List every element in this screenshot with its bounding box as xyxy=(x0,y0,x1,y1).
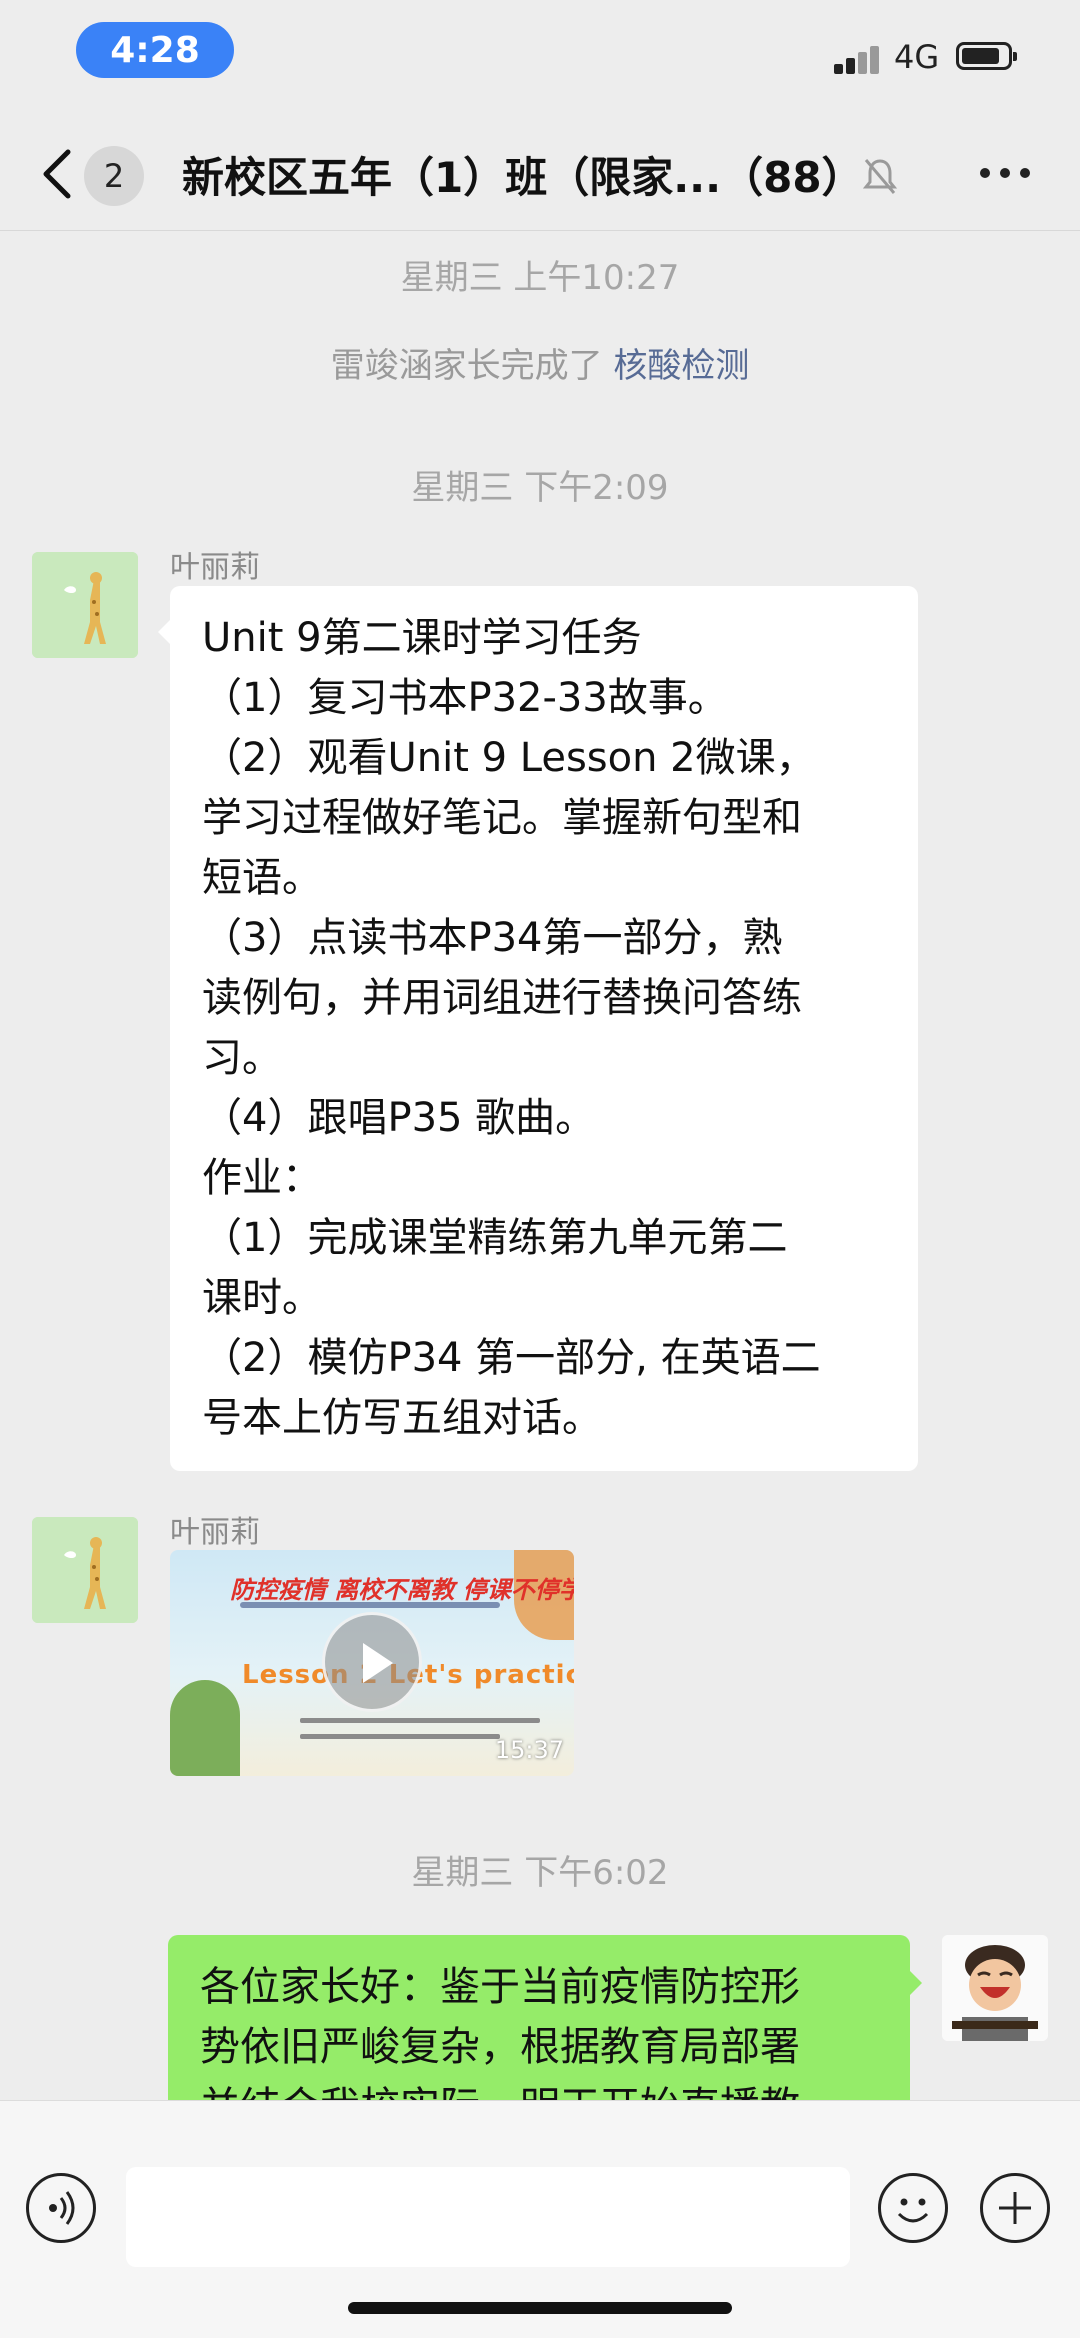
battery-icon xyxy=(956,42,1017,70)
video-duration: 15:37 xyxy=(494,1736,564,1764)
message-line: 势依旧严峻复杂，根据教育局部署 xyxy=(200,2024,800,2070)
emoji-icon[interactable] xyxy=(878,2173,948,2243)
self-avatar[interactable] xyxy=(942,1935,1048,2041)
timestamp: 星期三 下午2:09 xyxy=(411,468,669,508)
home-indicator xyxy=(348,2302,732,2314)
network-type: 4G xyxy=(894,38,940,76)
message-line: 习。 xyxy=(202,1035,282,1081)
sender-name: 叶丽莉 xyxy=(170,550,260,585)
system-message-link[interactable]: 核酸检测 xyxy=(613,346,749,386)
unread-badge[interactable]: 2 xyxy=(84,146,144,206)
timestamp: 星期三 下午6:02 xyxy=(411,1853,669,1893)
chat-title: 新校区五年（1）班（限家...（88） xyxy=(182,153,864,202)
message-line: 课时。 xyxy=(202,1275,322,1321)
message-line: 短语。 xyxy=(202,855,322,901)
message-line: （1）完成课堂精练第九单元第二 xyxy=(202,1215,788,1261)
back-icon[interactable] xyxy=(38,144,78,204)
avatar[interactable] xyxy=(32,552,138,658)
giraffe-avatar-image xyxy=(32,1517,138,1623)
message-line: 学习过程做好笔记。掌握新句型和 xyxy=(202,795,802,841)
message-line: Unit 9第二课时学习任务 xyxy=(202,615,642,661)
chat-header: 2 新校区五年（1）班（限家...（88） xyxy=(0,120,1080,231)
giraffe-avatar-image xyxy=(32,552,138,658)
message-line: （2）模仿P34 第一部分, 在英语二 xyxy=(202,1335,821,1381)
mute-bell-icon xyxy=(862,159,898,194)
message-line: （4）跟唱P35 歌曲。 xyxy=(202,1095,596,1141)
message-bubble[interactable]: Unit 9第二课时学习任务 （1）复习书本P32-33故事。 （2）观看Uni… xyxy=(158,586,918,1471)
system-message: 雷竣涵家长完成了 核酸检测 xyxy=(0,338,1080,387)
voice-icon[interactable] xyxy=(26,2173,96,2243)
message-line: 号本上仿写五组对话。 xyxy=(202,1395,602,1441)
message-line: 作业： xyxy=(202,1155,322,1201)
play-icon[interactable] xyxy=(322,1612,422,1712)
message-line: 读例句，并用词组进行替换问答练 xyxy=(202,975,802,1021)
message-line: （3）点读书本P34第一部分，熟 xyxy=(202,915,783,961)
cartoon-avatar-image xyxy=(942,1935,1048,2041)
message-input[interactable] xyxy=(126,2167,850,2267)
signal-icon xyxy=(834,44,882,74)
message-text: Unit 9第二课时学习任务 （1）复习书本P32-33故事。 （2）观看Uni… xyxy=(202,608,821,1448)
status-bar: 4:28 4G xyxy=(0,0,1080,120)
video-banner: 防控疫情 离校不离教 停课不停学 xyxy=(230,1576,574,1604)
message-line: （1）复习书本P32-33故事。 xyxy=(202,675,728,721)
timestamp: 星期三 上午10:27 xyxy=(400,258,680,298)
status-time: 4:28 xyxy=(76,22,234,78)
message-line: （2）观看Unit 9 Lesson 2微课， xyxy=(202,735,816,781)
sender-name: 叶丽莉 xyxy=(170,1515,260,1550)
avatar[interactable] xyxy=(32,1517,138,1623)
plus-icon[interactable] xyxy=(980,2173,1050,2243)
message-line: 各位家长好：鉴于当前疫情防控形 xyxy=(200,1964,800,2010)
system-message-text: 雷竣涵家长完成了 xyxy=(330,346,603,386)
video-message[interactable]: 防控疫情 离校不离教 停课不停学 Lesson 2 Let's practice… xyxy=(170,1550,574,1776)
more-icon[interactable] xyxy=(980,168,1030,182)
